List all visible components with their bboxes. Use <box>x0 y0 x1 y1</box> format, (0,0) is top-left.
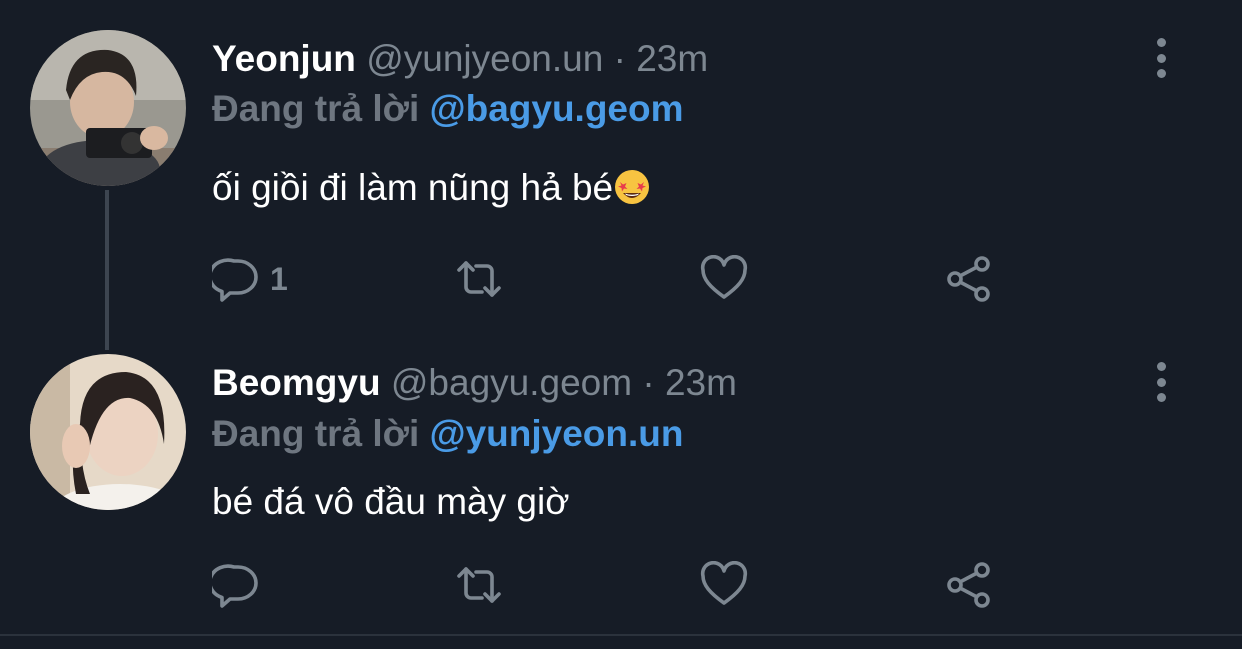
timestamp: 23m <box>636 38 709 79</box>
user-handle[interactable]: @yunjyeon.un <box>366 38 603 79</box>
timestamp: 23m <box>664 362 737 403</box>
retweet-icon <box>457 567 501 603</box>
replying-to-handle[interactable]: @bagyu.geom <box>430 88 684 129</box>
like-button[interactable] <box>700 254 748 304</box>
display-name[interactable]: Yeonjun <box>212 38 356 79</box>
retweet-button[interactable] <box>455 254 503 304</box>
tweet-header: Yeonjun @yunjyeon.un · 23m <box>212 34 708 84</box>
reply-icon <box>212 564 258 608</box>
tweet-text: bé đá vô đầu mày giờ <box>212 477 569 527</box>
share-icon <box>947 562 990 608</box>
share-icon <box>947 256 990 302</box>
tweet-text-content: bé đá vô đầu mày giờ <box>212 481 570 522</box>
reply-count: 1 <box>270 260 288 297</box>
share-button[interactable] <box>945 560 993 610</box>
tweet-text-content: ối giồi đi làm nũng hả bé <box>212 167 614 208</box>
user-handle[interactable]: @bagyu.geom <box>391 362 632 403</box>
like-button[interactable] <box>700 560 748 610</box>
bottom-divider <box>0 634 1242 636</box>
tweet[interactable]: Beomgyu @bagyu.geom · 23m Đang trả lời @… <box>0 322 1242 634</box>
like-icon <box>700 255 748 299</box>
tweet-header: Beomgyu @bagyu.geom · 23m <box>212 358 737 408</box>
tweet-actions <box>212 560 1012 610</box>
avatar[interactable] <box>30 354 186 510</box>
reply-button[interactable]: 1 <box>212 254 288 304</box>
more-vertical-icon[interactable] <box>1148 38 1174 78</box>
replying-to: Đang trả lời @yunjyeon.un <box>212 409 684 459</box>
share-button[interactable] <box>945 254 993 304</box>
tweet-text: ối giồi đi làm nũng hả bé <box>212 163 651 213</box>
separator-dot: · <box>613 38 626 79</box>
reply-button[interactable] <box>212 560 270 610</box>
separator-dot: · <box>642 362 655 403</box>
tweet-actions: 1 <box>212 254 1012 304</box>
more-vertical-icon[interactable] <box>1148 362 1174 402</box>
replying-to-label: Đang trả lời <box>212 88 420 129</box>
retweet-icon <box>457 261 501 297</box>
retweet-button[interactable] <box>455 560 503 610</box>
star-struck-emoji <box>615 170 650 204</box>
tweet-thread: Yeonjun @yunjyeon.un · 23m Đang trả lời … <box>0 0 1242 649</box>
replying-to-handle[interactable]: @yunjyeon.un <box>430 413 684 454</box>
reply-icon <box>212 258 258 302</box>
tweet[interactable]: Yeonjun @yunjyeon.un · 23m Đang trả lời … <box>0 0 1242 322</box>
replying-to: Đang trả lời @bagyu.geom <box>212 84 684 134</box>
like-icon <box>700 561 748 605</box>
avatar[interactable] <box>30 30 186 186</box>
replying-to-label: Đang trả lời <box>212 413 420 454</box>
display-name[interactable]: Beomgyu <box>212 362 381 403</box>
